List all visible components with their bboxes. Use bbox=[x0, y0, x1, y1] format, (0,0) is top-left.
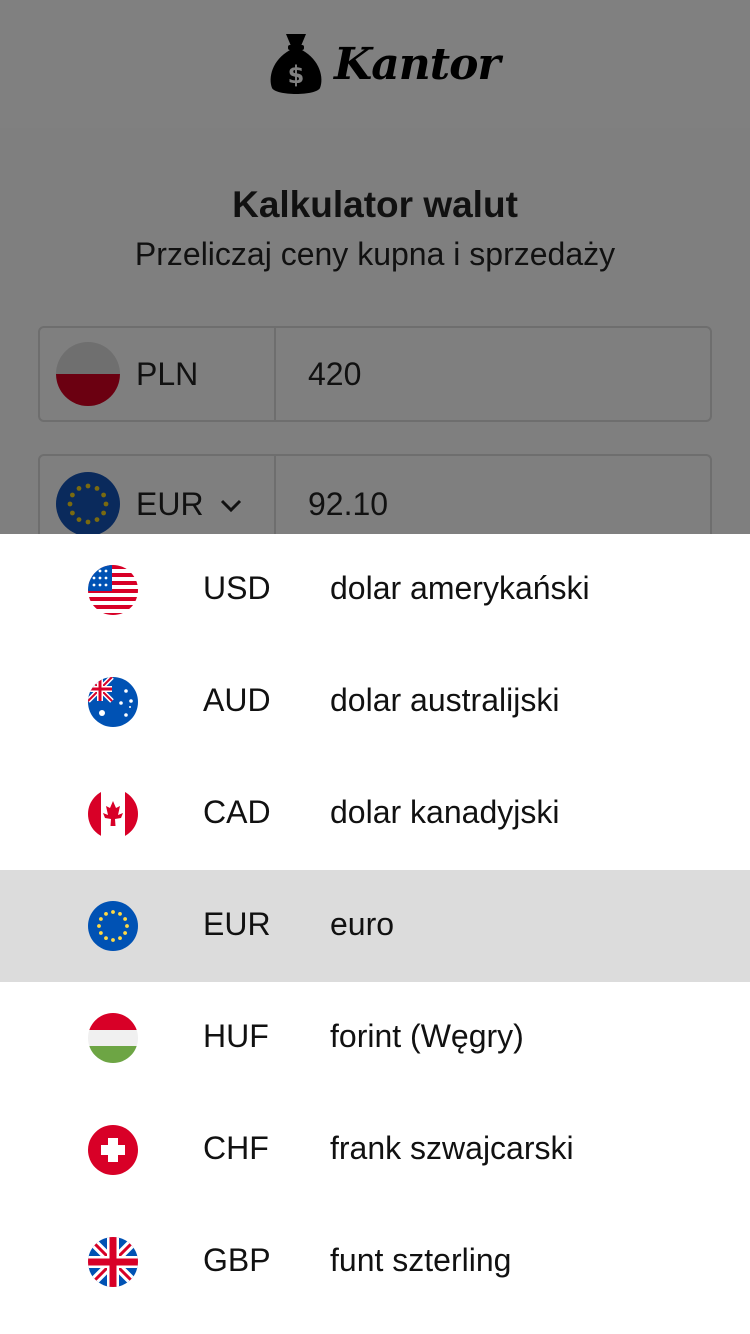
switzerland-flag-icon bbox=[88, 1125, 138, 1175]
currency-option-gbp[interactable]: GBP funt szterling bbox=[0, 1206, 750, 1318]
currency-code: CHF bbox=[203, 1130, 269, 1166]
currency-name: euro bbox=[330, 906, 395, 942]
page-title: Kalkulator walut bbox=[232, 184, 518, 225]
australia-flag-icon bbox=[88, 677, 138, 727]
app-header: $ Kantor bbox=[0, 0, 750, 128]
chevron-down-icon bbox=[220, 489, 242, 520]
canada-flag-icon bbox=[88, 789, 138, 839]
currency-option-aud[interactable]: AUD dolar australijski bbox=[0, 646, 750, 758]
brand-logo[interactable]: $ Kantor bbox=[268, 28, 501, 100]
currency-name: frank szwajcarski bbox=[330, 1130, 574, 1166]
currency-name: dolar australijski bbox=[330, 682, 560, 718]
currency-code: GBP bbox=[203, 1242, 271, 1278]
currency-name: funt szterling bbox=[330, 1242, 512, 1278]
to-currency-code: EUR bbox=[136, 485, 204, 522]
currency-name: forint (Węgry) bbox=[330, 1018, 524, 1054]
page-subtitle: Przeliczaj ceny kupna i sprzedaży bbox=[134, 236, 616, 272]
currency-option-huf[interactable]: HUF forint (Węgry) bbox=[0, 982, 750, 1094]
currency-dropdown-list: USD dolar amerykański AUD dolar australi… bbox=[0, 534, 750, 1334]
eu-flag-icon bbox=[56, 472, 120, 536]
currency-code: EUR bbox=[203, 906, 271, 942]
eu-flag-icon bbox=[88, 901, 138, 951]
currency-name: dolar kanadyjski bbox=[330, 794, 560, 830]
currency-code: CAD bbox=[203, 794, 271, 830]
uk-flag-icon bbox=[88, 1237, 138, 1287]
from-amount-input[interactable]: 420 bbox=[276, 328, 710, 420]
hungary-flag-icon bbox=[88, 1013, 138, 1063]
currency-option-eur[interactable]: EUR euro bbox=[0, 870, 750, 982]
from-currency-selector: PLN bbox=[40, 328, 276, 420]
currency-option-usd[interactable]: USD dolar amerykański bbox=[0, 534, 750, 646]
from-currency-row: PLN 420 bbox=[38, 326, 712, 422]
calculator-section: Kalkulator walut Przeliczaj ceny kupna i… bbox=[0, 128, 750, 554]
from-currency-code: PLN bbox=[136, 355, 199, 392]
svg-text:$: $ bbox=[288, 61, 305, 89]
currency-option-cad[interactable]: CAD dolar kanadyjski bbox=[0, 758, 750, 870]
currency-name: dolar amerykański bbox=[330, 570, 590, 606]
brand-name: Kantor bbox=[334, 38, 501, 90]
currency-option-chf[interactable]: CHF frank szwajcarski bbox=[0, 1094, 750, 1206]
poland-flag-icon bbox=[56, 342, 120, 406]
currency-code: USD bbox=[203, 570, 271, 606]
money-bag-icon: $ bbox=[268, 30, 324, 98]
currency-code: AUD bbox=[203, 682, 271, 718]
currency-code: HUF bbox=[203, 1018, 269, 1054]
usa-flag-icon bbox=[88, 565, 138, 615]
